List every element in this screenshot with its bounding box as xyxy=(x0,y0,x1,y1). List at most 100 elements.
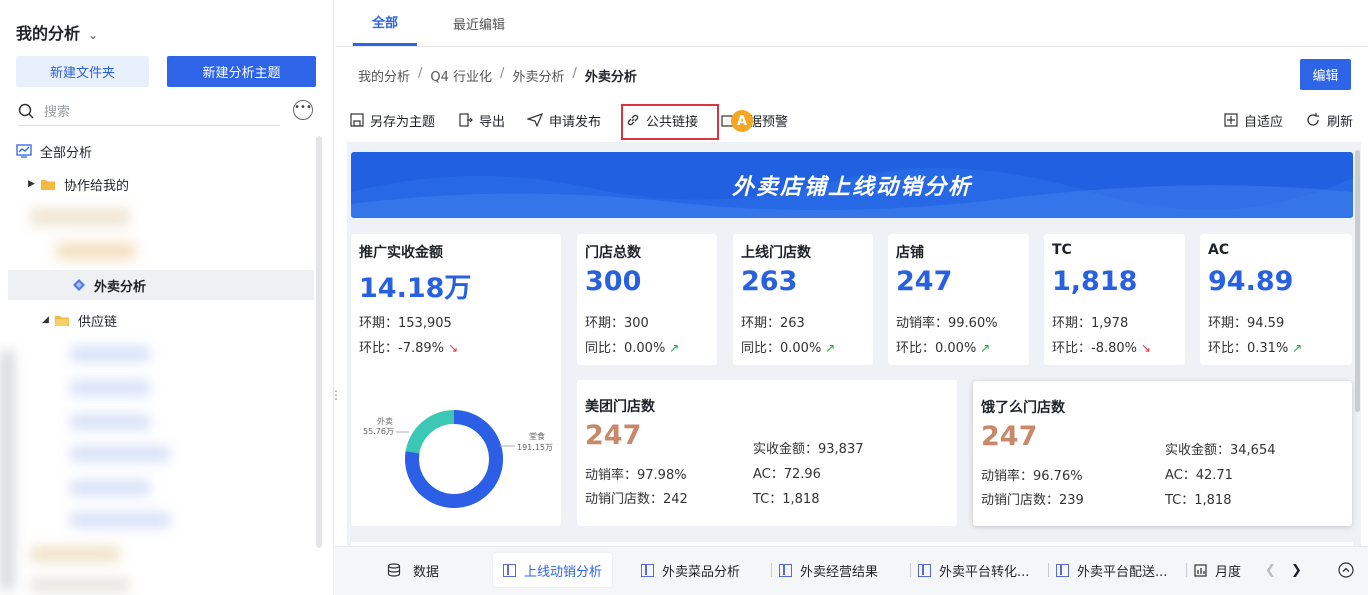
donut-left-name: 外卖 xyxy=(377,416,393,426)
card-period: 动销率：99.60% xyxy=(896,316,998,331)
kpi-card-online[interactable]: 上线门店数 263 环期：263 同比：0.00% ↗ xyxy=(733,234,873,365)
sheet-icon xyxy=(641,563,654,577)
card-period: 环期：263 xyxy=(741,316,805,331)
card-value: 14.18万 xyxy=(359,273,472,304)
sheet-tab-label: 上线动销分析 xyxy=(524,564,603,580)
card-ratio-text: 环比：0.31% xyxy=(1208,341,1289,356)
card-ratio: 同比：0.00% ↗ xyxy=(741,337,835,356)
card-period: 环期：153,905 xyxy=(359,316,452,331)
card-value: 94.89 xyxy=(1208,266,1294,297)
collapse-icon[interactable] xyxy=(1338,553,1354,587)
sidebar-item-all[interactable]: 全部分析 xyxy=(16,136,332,166)
send-icon xyxy=(527,113,543,127)
dashboard-banner: 外卖店铺上线动销分析 xyxy=(351,152,1353,218)
caret-down-icon[interactable]: ◢ xyxy=(42,315,54,325)
new-folder-button[interactable]: 新建文件夹 xyxy=(16,56,149,87)
toolbar-label: 据预警 xyxy=(749,114,789,130)
card-ratio-text: 同比：0.00% xyxy=(585,341,666,356)
meituan-card[interactable]: 美团门店数 247 动销率：97.98% 动销门店数：242 实收金额：93,8… xyxy=(577,380,957,526)
breadcrumb: 我的分析 / Q4 行业化 / 外卖分析 / 外卖分析 xyxy=(358,66,637,85)
card-ratio: 环比：0.00% ↗ xyxy=(896,337,990,356)
trend-up-icon: ↗ xyxy=(665,341,680,355)
kpi-card-tc[interactable]: TC 1,818 环期：1,978 环比：-8.80% ↘ xyxy=(1044,234,1185,365)
chevron-down-icon[interactable]: ⌄ xyxy=(88,28,98,42)
dashboard-scrollbar[interactable] xyxy=(1355,150,1360,412)
export-button[interactable]: 导出 xyxy=(459,104,505,136)
donut-chart[interactable]: 外卖 55.76万 堂食 191.15万 xyxy=(351,384,561,524)
kpi-card-stores[interactable]: 门店总数 300 环期：300 同比：0.00% ↗ xyxy=(577,234,717,365)
breadcrumb-item[interactable]: 外卖分析 xyxy=(512,66,564,85)
more-icon[interactable]: ••• xyxy=(293,100,313,120)
sidebar-item-supply[interactable]: ◢ 供应链 xyxy=(42,305,358,335)
donut-right-name: 堂食 xyxy=(529,431,545,441)
tab-bar: 全部 最近编辑 xyxy=(335,0,1368,46)
refresh-button[interactable]: 刷新 xyxy=(1305,104,1353,136)
trend-up-icon: ↗ xyxy=(821,341,836,355)
sheet-tab[interactable]: 外卖菜品分析 xyxy=(641,553,740,587)
sheet-tab-active[interactable]: 上线动销分析 xyxy=(493,553,613,587)
card-active-stores: 动销门店数：242 xyxy=(585,492,688,507)
kpi-card-shops[interactable]: 店铺 247 动销率：99.60% 环比：0.00% ↗ xyxy=(888,234,1029,365)
edit-button[interactable]: 编辑 xyxy=(1300,59,1351,90)
publish-button[interactable]: 申请发布 xyxy=(527,104,601,136)
sheet-tab[interactable]: 外卖平台转化... xyxy=(910,553,1029,587)
scroll-right-icon[interactable]: ❯ xyxy=(1291,553,1302,587)
fit-icon xyxy=(1224,113,1238,127)
tab-recent[interactable]: 最近编辑 xyxy=(439,0,519,46)
sheet-tab[interactable]: 月度 xyxy=(1186,553,1242,587)
database-icon xyxy=(387,563,401,577)
breadcrumb-item[interactable]: Q4 行业化 xyxy=(430,66,492,85)
app-root: 我的分析 ⌄ 新建文件夹 新建分析主题 搜索 ••• 全部分析 ▶ 协作给我的 外… xyxy=(0,0,1368,595)
card-label: 上线门店数 xyxy=(741,245,811,261)
card-label: 美团门店数 xyxy=(585,399,655,415)
card-ratio: 环比：0.31% ↗ xyxy=(1208,337,1302,356)
caret-right-icon[interactable]: ▶ xyxy=(28,179,40,189)
sidebar-item-shared[interactable]: ▶ 协作给我的 xyxy=(28,169,344,199)
sidebar-title[interactable]: 我的分析 ⌄ xyxy=(16,20,98,44)
sidebar-item-takeout[interactable]: 外卖分析 xyxy=(8,270,314,300)
sheet-tab[interactable]: 外卖平台配送... xyxy=(1048,553,1167,587)
card-value: 300 xyxy=(585,266,642,297)
donut-left-value: 55.76万 xyxy=(363,427,394,436)
breadcrumb-item[interactable]: 我的分析 xyxy=(358,66,410,85)
dashboard-canvas: 外卖店铺上线动销分析 推广实收金额 14.18万 环期：153,905 环比：-… xyxy=(347,142,1361,546)
dashboard-title: 外卖店铺上线动销分析 xyxy=(731,175,972,200)
blurred-row xyxy=(56,242,136,260)
trend-down-icon: ↘ xyxy=(1137,341,1151,355)
card-label: 饿了么门店数 xyxy=(981,400,1065,416)
sheet-tab-label: 外卖菜品分析 xyxy=(662,564,741,580)
sheet-tab-label: 月度 xyxy=(1215,564,1242,580)
card-period: 环期：1,978 xyxy=(1052,316,1129,331)
sheet-icon xyxy=(918,563,931,577)
blurred-edge xyxy=(0,350,14,590)
divider xyxy=(910,563,911,577)
fit-button[interactable]: 自适应 xyxy=(1224,104,1283,136)
card-active-stores: 动销门店数：239 xyxy=(981,493,1084,508)
card-period: 环期：300 xyxy=(585,316,649,331)
sidebar-item-label: 全部分析 xyxy=(40,145,93,161)
card-tc: TC：1,818 xyxy=(1165,493,1232,508)
divider xyxy=(1048,563,1049,577)
tab-all[interactable]: 全部 xyxy=(353,0,417,46)
promo-card[interactable]: 推广实收金额 14.18万 环期：153,905 环比：-7.89% ↘ 外卖 … xyxy=(351,234,561,526)
sheet-tab-bar: 数据 上线动销分析 外卖菜品分析 外卖经营结果 外卖平台转化... 外卖平台配送… xyxy=(335,546,1368,595)
blurred-row xyxy=(70,346,150,362)
blurred-row xyxy=(70,380,150,396)
data-tab[interactable]: 数据 xyxy=(387,553,439,587)
trend-up-icon: ↗ xyxy=(1288,341,1303,355)
sheet-tab[interactable]: 外卖经营结果 xyxy=(771,553,878,587)
toolbar-label: 刷新 xyxy=(1327,114,1354,130)
save-as-topic-button[interactable]: 另存为主题 xyxy=(350,104,435,136)
new-topic-button[interactable]: 新建分析主题 xyxy=(167,56,316,87)
sidebar-scrollbar[interactable] xyxy=(316,136,322,548)
toolbar-label: 另存为主题 xyxy=(370,114,436,130)
card-label: TC xyxy=(1052,242,1072,258)
card-ac: AC：72.96 xyxy=(753,467,821,482)
kpi-card-ac[interactable]: AC 94.89 环期：94.59 环比：0.31% ↗ xyxy=(1200,234,1352,365)
scroll-left-icon[interactable]: ❮ xyxy=(1265,553,1276,587)
blurred-row xyxy=(30,578,130,592)
search-input[interactable]: 搜索 xyxy=(18,96,280,126)
card-value: 1,818 xyxy=(1052,266,1138,297)
card-label: AC xyxy=(1208,242,1230,258)
eleme-card[interactable]: 饿了么门店数 247 动销率：96.76% 动销门店数：239 实收金额：34,… xyxy=(973,381,1352,526)
